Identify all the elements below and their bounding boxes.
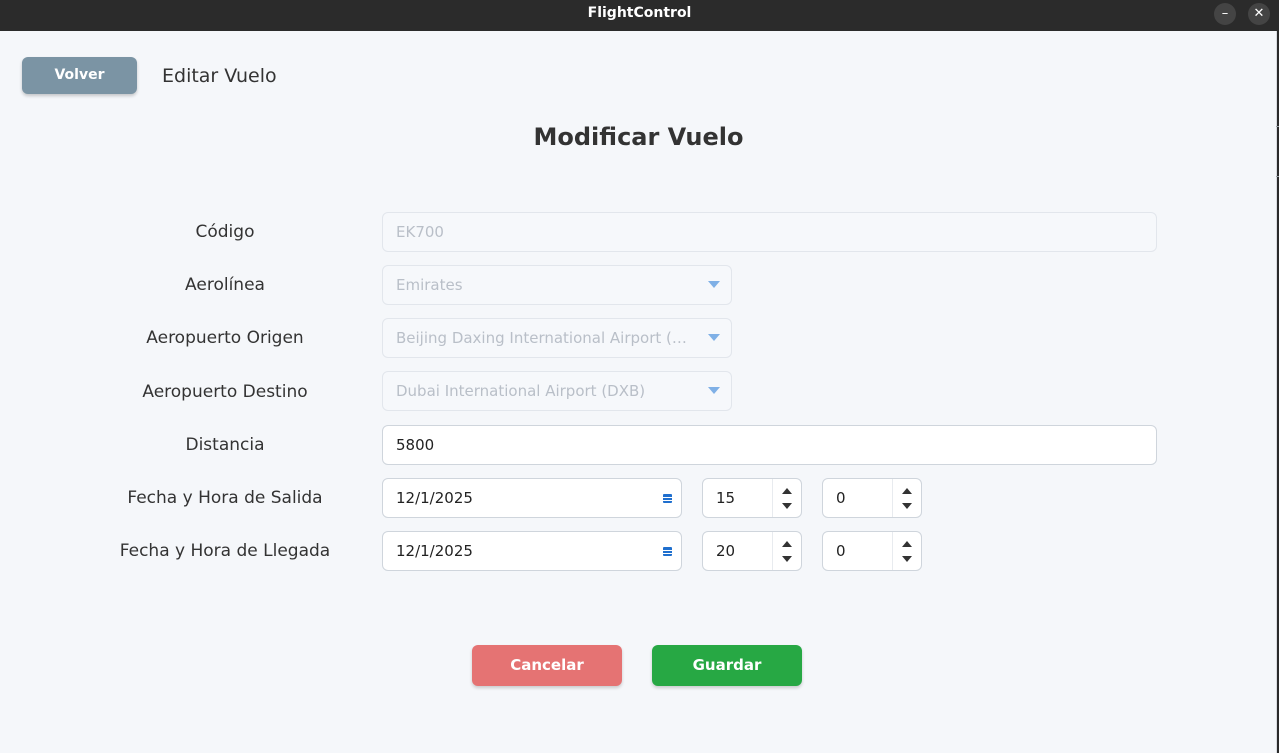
origin-label: Aeropuerto Origen [146, 328, 304, 348]
spinner-divider [892, 532, 893, 570]
arrival-date-value: 12/1/2025 [396, 542, 473, 560]
distance-input[interactable]: 5800 [382, 425, 1157, 465]
save-button[interactable]: Guardar [652, 645, 802, 686]
code-label: Código [195, 222, 255, 242]
calendar-icon[interactable] [663, 494, 672, 503]
arrow-down-icon[interactable] [782, 503, 792, 509]
arrival-label: Fecha y Hora de Llegada [119, 541, 331, 561]
departure-hour-value: 15 [716, 489, 736, 507]
destination-airport-dropdown[interactable]: Dubai International Airport (DXB) [382, 371, 732, 411]
close-button[interactable]: ✕ [1248, 3, 1270, 25]
window-titlebar: FlightControl – ✕ [0, 0, 1279, 31]
departure-date-picker[interactable]: 12/1/2025 [382, 478, 682, 518]
page-title: Editar Vuelo [162, 65, 277, 87]
airline-label: Aerolínea [185, 275, 265, 295]
spinner-divider [892, 479, 893, 517]
spinner-divider [772, 532, 773, 570]
arrival-minute-spinner[interactable]: 0 [822, 531, 922, 571]
arrow-down-icon[interactable] [902, 556, 912, 562]
departure-date-value: 12/1/2025 [396, 489, 473, 507]
airline-value: Emirates [396, 276, 463, 294]
airline-dropdown[interactable]: Emirates [382, 265, 732, 305]
origin-airport-value: Beijing Daxing International Airport (PK… [396, 329, 695, 347]
arrival-hour-value: 20 [716, 542, 736, 560]
departure-hour-spinner[interactable]: 15 [702, 478, 802, 518]
destination-label: Aeropuerto Destino [142, 382, 308, 402]
arrival-hour-spinner[interactable]: 20 [702, 531, 802, 571]
departure-label: Fecha y Hora de Salida [127, 488, 323, 508]
arrow-up-icon[interactable] [782, 541, 792, 547]
distance-label: Distancia [185, 435, 265, 455]
chevron-down-icon [708, 387, 720, 394]
destination-airport-value: Dubai International Airport (DXB) [396, 382, 646, 400]
spinner-divider [772, 479, 773, 517]
arrival-minute-value: 0 [836, 542, 846, 560]
calendar-icon[interactable] [663, 547, 672, 556]
departure-minute-value: 0 [836, 489, 846, 507]
back-button[interactable]: Volver [22, 57, 137, 94]
minimize-button[interactable]: – [1214, 3, 1236, 25]
window-title: FlightControl [587, 5, 692, 21]
cancel-button[interactable]: Cancelar [472, 645, 622, 686]
arrow-down-icon[interactable] [782, 556, 792, 562]
origin-airport-dropdown[interactable]: Beijing Daxing International Airport (PK… [382, 318, 732, 358]
arrow-up-icon[interactable] [902, 488, 912, 494]
arrow-down-icon[interactable] [902, 503, 912, 509]
app-window: Volver Editar Vuelo Modificar Vuelo Códi… [0, 31, 1279, 753]
form-title: Modificar Vuelo [533, 123, 744, 151]
chevron-down-icon [708, 334, 720, 341]
chevron-down-icon [708, 281, 720, 288]
arrow-up-icon[interactable] [902, 541, 912, 547]
code-field[interactable]: EK700 [382, 212, 1157, 252]
arrow-up-icon[interactable] [782, 488, 792, 494]
arrival-date-picker[interactable]: 12/1/2025 [382, 531, 682, 571]
departure-minute-spinner[interactable]: 0 [822, 478, 922, 518]
